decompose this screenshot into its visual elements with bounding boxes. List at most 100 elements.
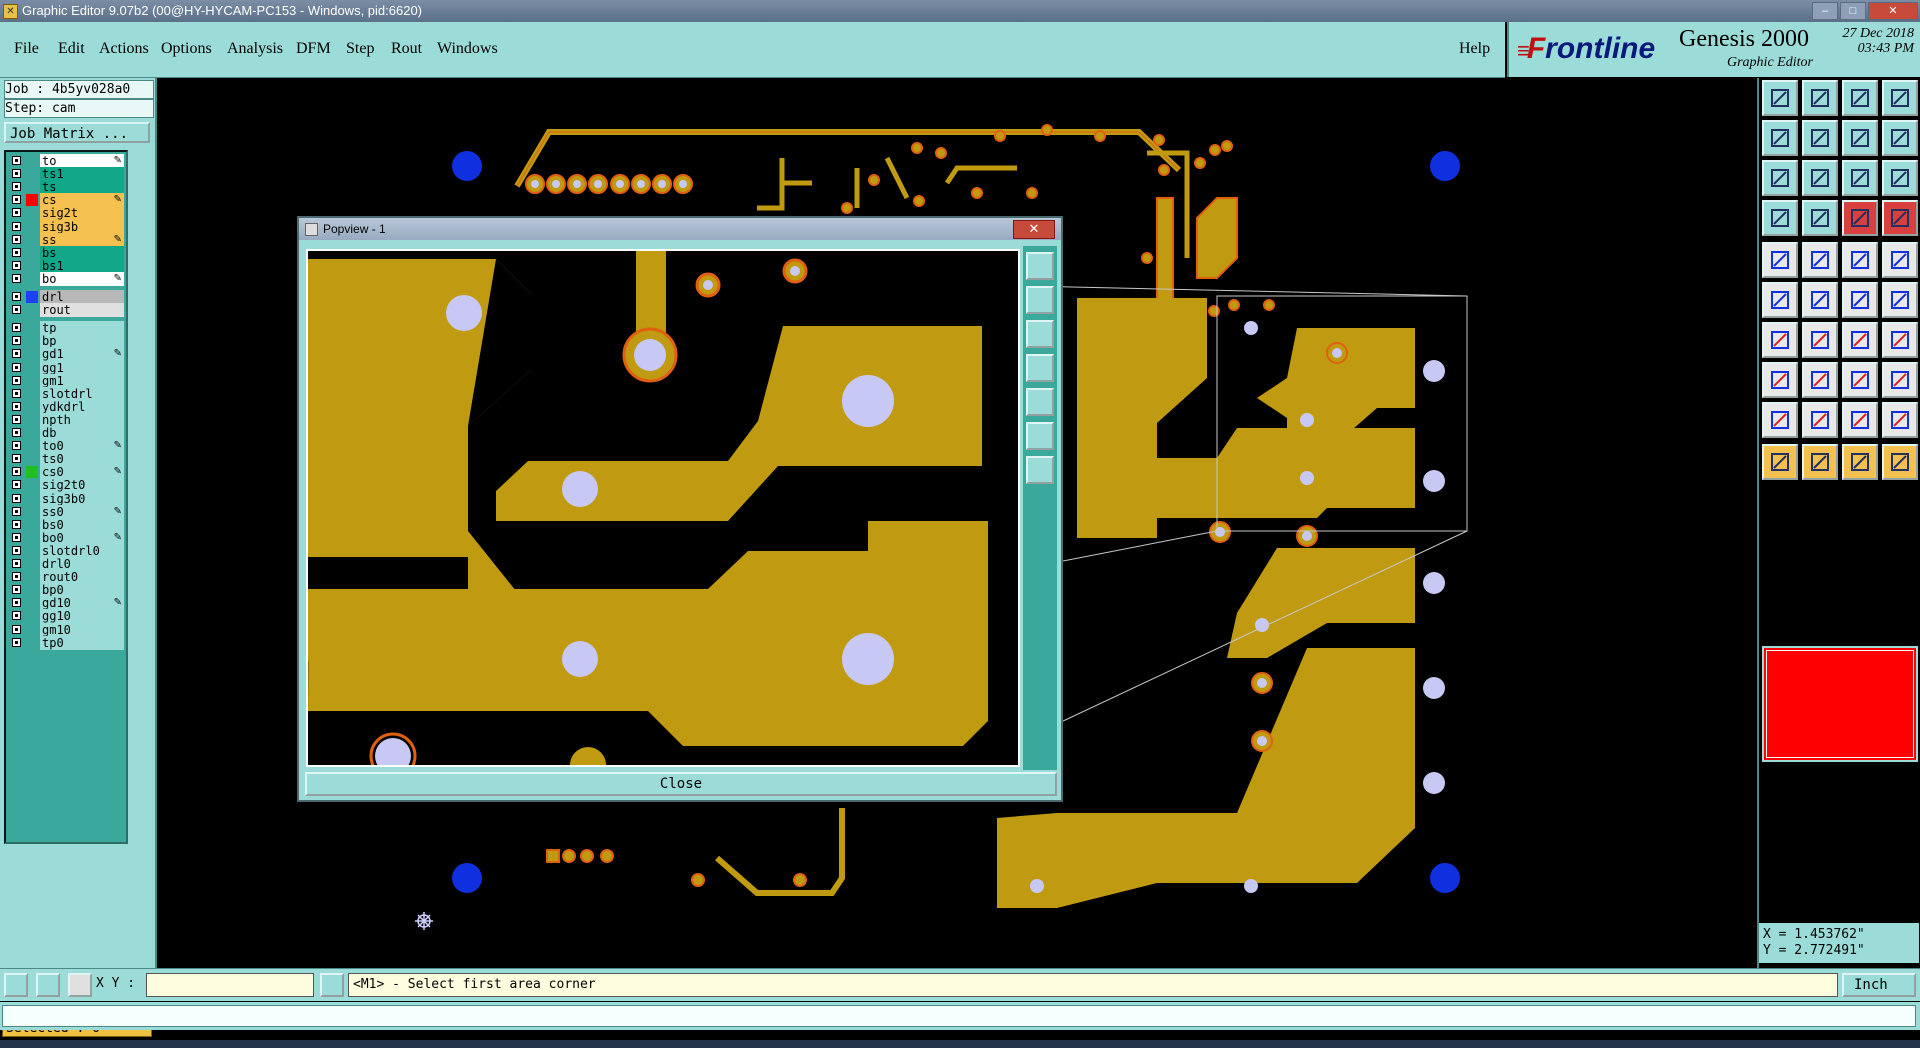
- layer-row-drl0[interactable]: drl0: [8, 557, 124, 571]
- snap-icon[interactable]: [4, 973, 28, 997]
- layer-name[interactable]: ss: [40, 232, 124, 247]
- menu-rout[interactable]: Rout: [391, 40, 422, 58]
- layer-checkbox[interactable]: [12, 260, 21, 270]
- layer-name[interactable]: drl: [40, 290, 124, 304]
- dot-icon[interactable]: [1882, 242, 1918, 278]
- popview-zoom-fit-icon[interactable]: [1026, 422, 1054, 450]
- layer-up-icon[interactable]: [1842, 200, 1878, 236]
- layer-row-rout[interactable]: rout: [8, 303, 124, 318]
- layer-checkbox[interactable]: [12, 221, 21, 231]
- layer-checkbox[interactable]: [12, 349, 21, 359]
- layer-row-ss0[interactable]: ss0 ✎: [8, 504, 124, 519]
- align-icon[interactable]: [1882, 322, 1918, 358]
- layer-row-gm10[interactable]: gm10: [8, 622, 124, 637]
- layer-checkbox[interactable]: [12, 559, 21, 568]
- layer-row-sig2t0[interactable]: sig2t0: [8, 478, 124, 493]
- menu-file[interactable]: File: [14, 40, 39, 58]
- layer-name[interactable]: sig2t0: [40, 478, 124, 493]
- node-icon[interactable]: [1762, 282, 1798, 318]
- layer-name[interactable]: gg10: [40, 609, 124, 624]
- menu-actions[interactable]: Actions: [99, 40, 149, 58]
- layer-row-ydkdrl[interactable]: ydkdrl: [8, 399, 124, 414]
- layer-row-gd1[interactable]: gd1 ✎: [8, 347, 124, 362]
- layer-checkbox[interactable]: [12, 467, 21, 477]
- text-a-icon[interactable]: [1762, 402, 1798, 438]
- units-toggle[interactable]: Inch: [1842, 973, 1916, 997]
- job-matrix-button[interactable]: Job Matrix ...: [4, 122, 150, 143]
- pointer-icon[interactable]: [1762, 444, 1798, 480]
- layer-name[interactable]: tp: [40, 321, 124, 336]
- query-icon[interactable]: [1882, 160, 1918, 196]
- resize-icon[interactable]: [1842, 362, 1878, 398]
- layer-checkbox[interactable]: [12, 506, 21, 516]
- layer-row-slotdrl0[interactable]: slotdrl0: [8, 543, 124, 558]
- layer-down-icon[interactable]: [1882, 200, 1918, 236]
- layer-name[interactable]: drl0: [40, 557, 124, 571]
- layer-row-gd10[interactable]: gd10 ✎: [8, 596, 124, 611]
- layer-checkbox[interactable]: [12, 247, 21, 257]
- export-icon[interactable]: [1802, 120, 1838, 156]
- layer-name[interactable]: slotdrl0: [40, 543, 124, 558]
- panel-icon[interactable]: [1882, 80, 1918, 116]
- select2-icon[interactable]: [1842, 444, 1878, 480]
- text-a3-icon[interactable]: [1842, 402, 1878, 438]
- layer-row-bs[interactable]: bs: [8, 245, 124, 260]
- layer-row-sig2t[interactable]: sig2t: [8, 206, 124, 221]
- layer-checkbox[interactable]: [12, 305, 21, 315]
- layer-checkbox[interactable]: [12, 375, 21, 385]
- open-icon[interactable]: [1762, 80, 1798, 116]
- save-icon[interactable]: [1802, 80, 1838, 116]
- layer-name[interactable]: bp: [40, 334, 124, 349]
- layer-checkbox[interactable]: [12, 624, 21, 634]
- layer-checkbox[interactable]: [12, 480, 21, 490]
- layer-checkbox[interactable]: [12, 169, 21, 179]
- layer-name[interactable]: rout: [40, 303, 124, 318]
- layer-checkbox[interactable]: [12, 362, 21, 372]
- layer-row-bs1[interactable]: bs1: [8, 258, 124, 273]
- link-icon[interactable]: [1842, 282, 1878, 318]
- measure-icon[interactable]: [1762, 200, 1798, 236]
- layer-checkbox[interactable]: [12, 234, 21, 244]
- layer-checkbox[interactable]: [12, 598, 21, 608]
- home-icon[interactable]: [1842, 80, 1878, 116]
- popview-close-button[interactable]: Close: [305, 772, 1057, 796]
- layer-name[interactable]: bs: [40, 245, 124, 260]
- menu-analysis[interactable]: Analysis: [227, 40, 283, 58]
- layer-row-bp[interactable]: bp: [8, 334, 124, 349]
- layer-checkbox[interactable]: [12, 323, 21, 333]
- route-icon[interactable]: [1882, 444, 1918, 480]
- layer-name[interactable]: sig3b0: [40, 491, 124, 506]
- pad-add-icon[interactable]: [1762, 362, 1798, 398]
- layer-row-sig3b0[interactable]: sig3b0: [8, 491, 124, 506]
- layer-name[interactable]: sig3b: [40, 219, 124, 234]
- layer-name[interactable]: gg1: [40, 360, 124, 375]
- layer-row-gg1[interactable]: gg1: [8, 360, 124, 375]
- layer-row-ts0[interactable]: ts0: [8, 452, 124, 467]
- line-icon[interactable]: [1762, 322, 1798, 358]
- layer-name[interactable]: gd1: [40, 347, 124, 362]
- angle-icon[interactable]: [36, 973, 60, 997]
- layer-checkbox[interactable]: [12, 208, 21, 218]
- arc-icon[interactable]: [1882, 282, 1918, 318]
- layer-row-tp0[interactable]: tp0: [8, 635, 124, 650]
- layer-row-ss[interactable]: ss ✎: [8, 232, 124, 247]
- layer-checkbox[interactable]: [12, 441, 21, 451]
- layer-row-bp0[interactable]: bp0: [8, 583, 124, 598]
- ruler-icon[interactable]: [1842, 242, 1878, 278]
- layer-name[interactable]: to: [40, 154, 124, 168]
- zoom-center-icon[interactable]: [1802, 160, 1838, 196]
- mirror-icon[interactable]: [1802, 242, 1838, 278]
- layer-row-bo[interactable]: bo ✎: [8, 271, 124, 286]
- layer-name[interactable]: bo0: [40, 530, 124, 545]
- maximize-button[interactable]: □: [1840, 2, 1866, 20]
- layer-name[interactable]: sig2t: [40, 206, 124, 221]
- layer-row-db[interactable]: db: [8, 426, 124, 440]
- menu-options[interactable]: Options: [161, 40, 212, 58]
- minimize-button[interactable]: –: [1812, 2, 1838, 20]
- trace-icon[interactable]: [1802, 362, 1838, 398]
- layer-row-to[interactable]: to ✎: [8, 154, 124, 168]
- layer-checkbox[interactable]: [12, 182, 21, 192]
- layer-checkbox[interactable]: [12, 292, 21, 301]
- layer-name[interactable]: tp0: [40, 635, 124, 650]
- layer-row-drl[interactable]: drl: [8, 290, 124, 304]
